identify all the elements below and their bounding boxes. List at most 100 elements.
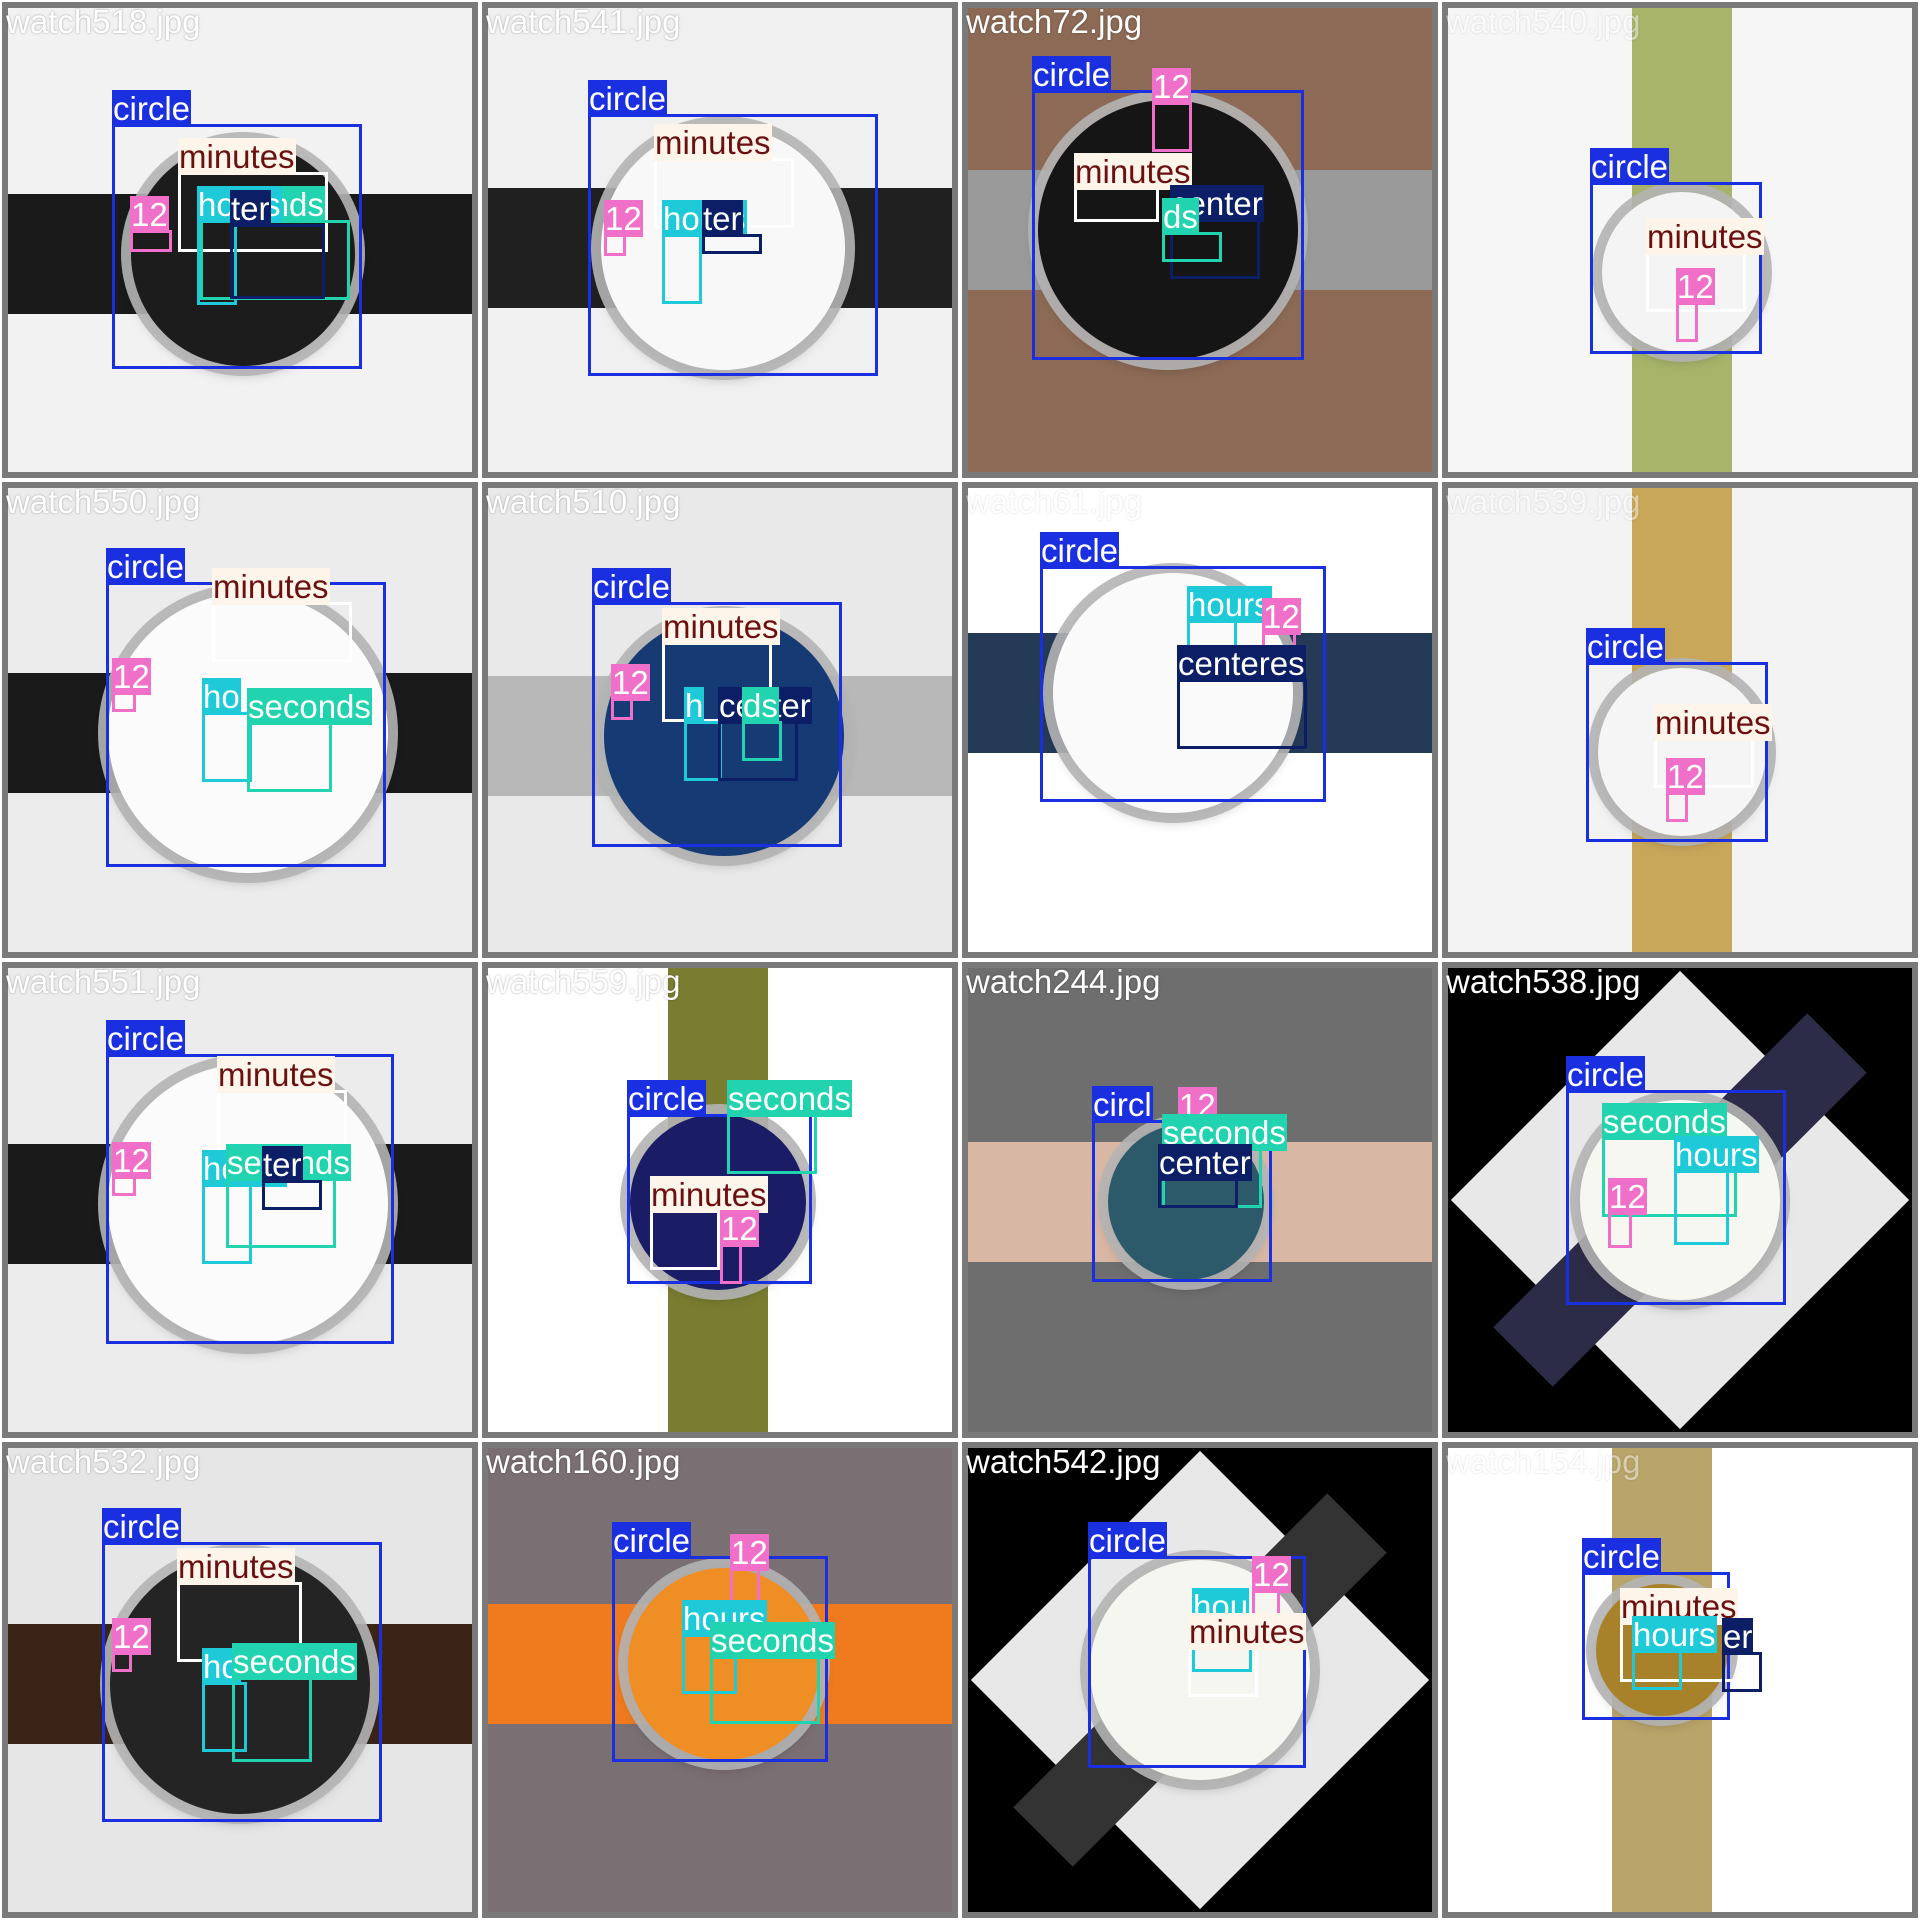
detection-label: circle <box>592 568 672 605</box>
detection-label: minutes <box>654 124 772 161</box>
image-filename: watch518.jpg <box>6 3 201 40</box>
detection-label: minutes <box>177 1548 295 1585</box>
detection-label: er <box>1722 1618 1754 1655</box>
detection-label: 12 <box>1152 68 1191 105</box>
detection-box: 12 <box>130 196 172 252</box>
detection-box: 12 <box>604 200 643 256</box>
detection-box: 12 <box>1608 1178 1647 1248</box>
image-tile: watch72.jpg circle 12 minutes center ds <box>960 0 1440 480</box>
detection-box: 12 <box>1666 758 1705 822</box>
detection-box: seconds <box>727 1080 852 1174</box>
detection-label: seconds <box>232 1643 357 1680</box>
detection-label: seconds <box>247 688 372 725</box>
detection-box: 12 <box>112 658 151 712</box>
image-filename: watch539.jpg <box>1446 483 1641 520</box>
image-tile: watch61.jpg circle hours 12 centeres <box>960 480 1440 960</box>
detection-box: h <box>684 687 722 781</box>
image-tile: watch518.jpgcircleminutessecondshourster… <box>0 0 480 480</box>
image-tile: watch538.jpg circle seconds hours 12 <box>1440 960 1920 1440</box>
detection-label: circle <box>106 1020 186 1057</box>
image-tile: watch542.jpg circle 12 hou minutes <box>960 1440 1440 1920</box>
detection-box: 12 <box>112 1618 151 1672</box>
detection-grid: watch518.jpgcircleminutessecondshourster… <box>0 0 1920 1920</box>
detection-label: hours <box>1187 586 1272 623</box>
detection-label: 12 <box>1252 1556 1291 1593</box>
detection-box: minutes <box>1188 1613 1306 1697</box>
detection-label: 12 <box>130 196 169 233</box>
detection-label: circle <box>1582 1538 1662 1575</box>
image-filename: watch541.jpg <box>486 3 681 40</box>
detection-label: 12 <box>112 1618 151 1655</box>
image-filename: watch532.jpg <box>6 1443 201 1480</box>
detection-box: centeres <box>1177 645 1307 749</box>
detection-label: circle <box>1088 1522 1168 1559</box>
detection-label: ho <box>202 678 241 715</box>
detection-box: center <box>1158 1144 1252 1208</box>
image-filename: watch551.jpg <box>6 963 201 1000</box>
detection-label: ter <box>262 1146 303 1183</box>
detection-box: ter <box>230 190 325 299</box>
detection-label: ter <box>702 200 743 237</box>
detection-box: er <box>1722 1618 1762 1692</box>
detection-label: hours <box>1632 1616 1717 1653</box>
detection-label: centeres <box>1177 645 1306 682</box>
detection-label: circle <box>1586 628 1666 665</box>
detection-label: minutes <box>1646 218 1764 255</box>
detection-box: hours <box>662 200 747 304</box>
image-filename: watch538.jpg <box>1446 963 1641 1000</box>
detection-label: hours <box>1674 1136 1759 1173</box>
image-filename: watch160.jpg <box>486 1443 681 1480</box>
detection-label: 12 <box>1666 758 1705 795</box>
detection-label: ds <box>1162 198 1199 235</box>
detection-label: circle <box>1566 1056 1646 1093</box>
detection-label: circle <box>1040 532 1120 569</box>
detection-box: ter <box>262 1146 322 1210</box>
detection-label: circle <box>1590 148 1670 185</box>
detection-label: circl <box>1092 1086 1153 1123</box>
image-filename: watch540.jpg <box>1446 3 1641 40</box>
detection-label: h <box>684 687 705 724</box>
detection-label: minutes <box>662 608 780 645</box>
detection-box: ho <box>202 678 252 782</box>
image-tile: watch160.jpg circle 12 hours seconds <box>480 1440 960 1920</box>
image-tile: watch244.jpg circl 12 seconds center <box>960 960 1440 1440</box>
detection-label: minutes <box>650 1176 768 1213</box>
detection-label: 12 <box>730 1534 769 1571</box>
image-tile: watch154.jpg circle minutes hours er <box>1440 1440 1920 1920</box>
detection-label: 12 <box>112 658 151 695</box>
detection-label: minutes <box>217 1056 335 1093</box>
image-filename: watch550.jpg <box>6 483 201 520</box>
detection-label: center <box>1158 1144 1252 1181</box>
image-tile: watch559.jpg circle seconds minutes 12 <box>480 960 960 1440</box>
detection-label: seconds <box>710 1622 835 1659</box>
detection-label: circle <box>1032 56 1112 93</box>
image-filename: watch154.jpg <box>1446 1443 1641 1480</box>
image-filename: watch559.jpg <box>486 963 681 1000</box>
detection-box: seconds <box>232 1643 357 1762</box>
detection-box: hours <box>1674 1136 1759 1245</box>
detection-label: 12 <box>1608 1178 1647 1215</box>
detection-label: circle <box>627 1080 707 1117</box>
detection-box: seconds <box>247 688 372 792</box>
image-tile: watch551.jpgcircleminutes12hourssecondst… <box>0 960 480 1440</box>
detection-label: circle <box>112 90 192 127</box>
detection-box: 12 <box>611 664 650 720</box>
detection-box: seconds <box>710 1622 835 1724</box>
detection-label: circle <box>588 80 668 117</box>
detection-box: 12 <box>1676 268 1715 342</box>
detection-label: 12 <box>1676 268 1715 305</box>
detection-label: circle <box>106 548 186 585</box>
detection-label: minutes <box>1654 704 1772 741</box>
detection-box: ds <box>742 687 782 761</box>
image-tile: watch532.jpg circle minutes 12 ho seconds <box>0 1440 480 1920</box>
detection-box: ds <box>1162 198 1222 262</box>
detection-box: 12 <box>720 1210 759 1284</box>
detection-box: 12 <box>1152 68 1192 152</box>
detection-box: minutes <box>650 1176 768 1270</box>
detection-label: minutes <box>1188 1613 1306 1650</box>
detection-label: minutes <box>178 138 296 175</box>
detection-label: 12 <box>611 664 650 701</box>
detection-label: seconds <box>1602 1103 1727 1140</box>
image-filename: watch244.jpg <box>966 963 1161 1000</box>
detection-label: circle <box>102 1508 182 1545</box>
